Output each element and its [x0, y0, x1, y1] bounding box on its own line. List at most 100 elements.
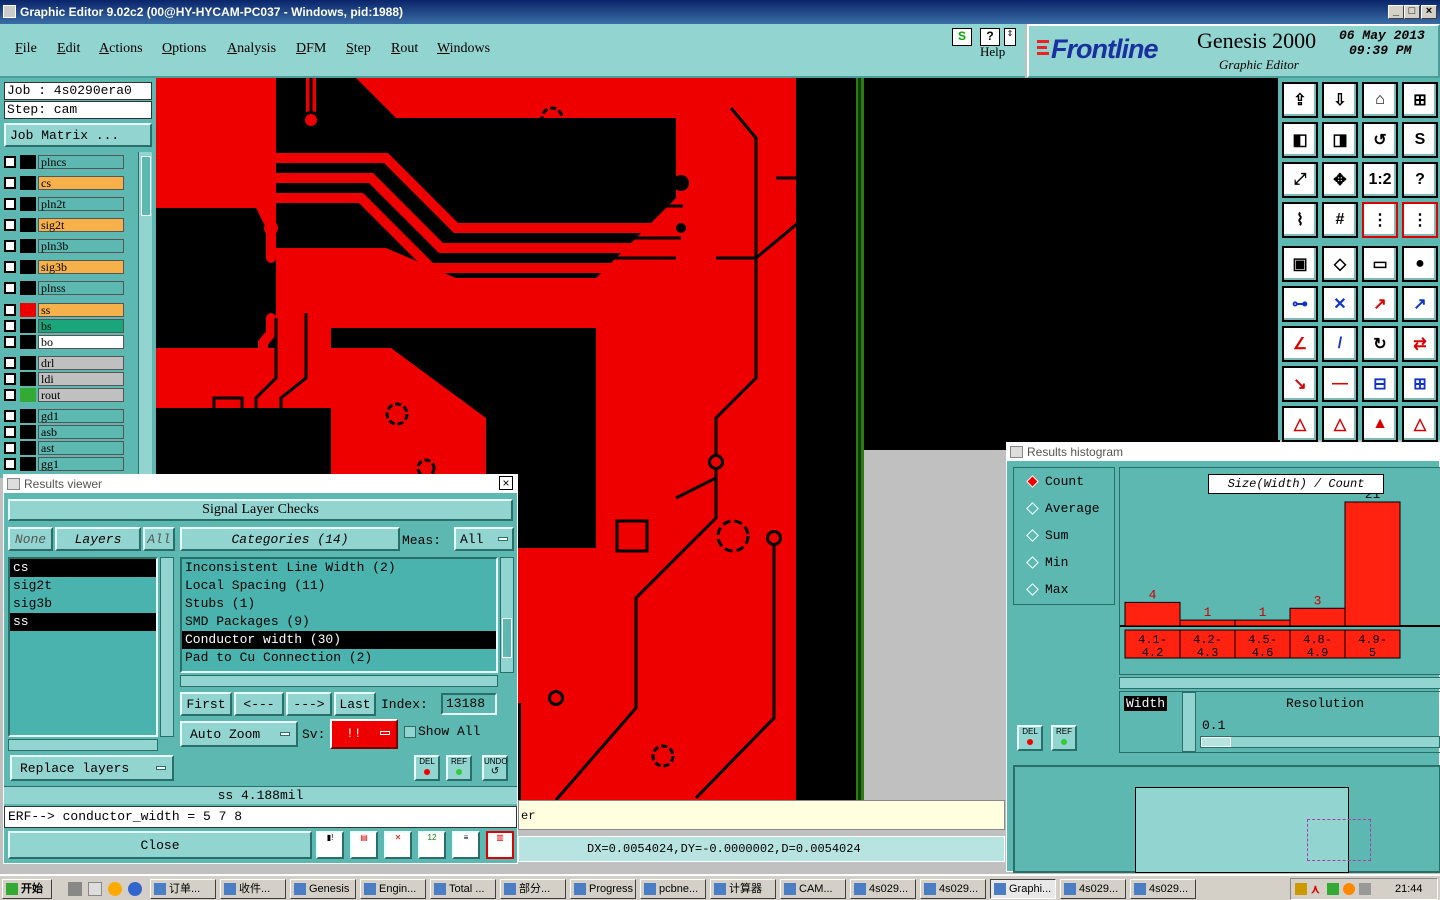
- layer-checkbox[interactable]: [4, 239, 16, 252]
- category-item[interactable]: Conductor width (30): [182, 631, 496, 649]
- tool-open-icon[interactable]: ⇪: [1282, 82, 1318, 118]
- histogram-bar[interactable]: [1124, 601, 1181, 627]
- layer-name[interactable]: bo: [38, 334, 124, 349]
- tool-measure-icon[interactable]: ⌇: [1282, 202, 1318, 238]
- layer-checkbox[interactable]: [4, 388, 16, 401]
- tool-split-icon[interactable]: —: [1322, 366, 1358, 402]
- close-button[interactable]: Close: [8, 831, 312, 859]
- mode-max[interactable]: Max: [1026, 582, 1068, 597]
- layer-row-plnss[interactable]: plnss: [4, 280, 124, 295]
- maximize-button[interactable]: □: [1404, 5, 1420, 19]
- layer-row-gg1[interactable]: gg1: [4, 456, 124, 471]
- bar-exclaim-icon[interactable]: ▮!: [316, 831, 344, 859]
- layer-results-hscrollbar[interactable]: [8, 739, 158, 751]
- prev-button[interactable]: <---: [234, 692, 284, 716]
- layer-checkbox[interactable]: [4, 457, 16, 470]
- menu-edit[interactable]: Edit: [57, 41, 80, 57]
- layer-name[interactable]: pln2t: [38, 196, 124, 211]
- layer-row-ss[interactable]: ss: [4, 302, 124, 317]
- width-label[interactable]: Width: [1124, 696, 1168, 711]
- job-matrix-button[interactable]: Job Matrix ...: [4, 123, 152, 147]
- help-label[interactable]: Help: [980, 44, 1005, 60]
- tray-icon-5[interactable]: [1359, 883, 1371, 895]
- category-hscrollbar[interactable]: [180, 675, 498, 687]
- tool-resize-icon[interactable]: ↘: [1282, 366, 1318, 402]
- tool-move-icon[interactable]: ↗: [1362, 286, 1398, 322]
- taskbar-item[interactable]: Genesis: [290, 879, 356, 899]
- mode-min[interactable]: Min: [1026, 555, 1068, 570]
- overview-view-box[interactable]: [1307, 819, 1371, 861]
- layer-checkbox[interactable]: [4, 218, 16, 231]
- layer-name[interactable]: gd1: [38, 408, 124, 423]
- severity-dropdown[interactable]: !!: [330, 719, 398, 749]
- tool-triangle2-icon[interactable]: △: [1322, 406, 1358, 442]
- mode-sum[interactable]: Sum: [1026, 528, 1068, 543]
- tool-angle-icon[interactable]: ∠: [1282, 326, 1318, 362]
- histogram-bar[interactable]: [1344, 501, 1401, 627]
- layer-name[interactable]: plncs: [38, 154, 124, 169]
- tool-snap2-icon[interactable]: ⋮: [1402, 202, 1438, 238]
- next-button[interactable]: --->: [286, 692, 332, 716]
- layer-row-pln3b[interactable]: pln3b: [4, 238, 124, 253]
- tool-scale-icon[interactable]: 1:2: [1362, 162, 1398, 198]
- result-layer-item[interactable]: ss: [10, 613, 156, 631]
- layer-row-asb[interactable]: asb: [4, 424, 124, 439]
- taskbar-item[interactable]: CAM...: [780, 879, 846, 899]
- tool-save-icon[interactable]: ⇩: [1322, 82, 1358, 118]
- hist-ref-button[interactable]: REF: [1051, 725, 1077, 751]
- all-layers-button[interactable]: All: [143, 527, 175, 551]
- layer-row-sig2t[interactable]: sig2t: [4, 217, 124, 232]
- layer-name[interactable]: drl: [38, 355, 124, 370]
- tray-icon-4[interactable]: [1343, 883, 1355, 895]
- menu-actions[interactable]: Actions: [99, 41, 143, 57]
- tool-window-icon[interactable]: ⊞: [1402, 82, 1438, 118]
- layer-name[interactable]: plnss: [38, 280, 124, 295]
- layer-checkbox[interactable]: [4, 409, 16, 422]
- layer-row-rout[interactable]: rout: [4, 387, 124, 402]
- tool-flip-icon[interactable]: ⇄: [1402, 326, 1438, 362]
- histogram-hscrollbar[interactable]: [1119, 677, 1440, 689]
- tool-arc-icon[interactable]: ↻: [1362, 326, 1398, 362]
- menu-step[interactable]: Step: [346, 41, 371, 57]
- show-all-checkbox[interactable]: [404, 726, 416, 738]
- layer-row-cs[interactable]: cs: [4, 175, 124, 190]
- taskbar-item[interactable]: Engin...: [360, 879, 426, 899]
- last-button[interactable]: Last: [334, 692, 376, 716]
- layer-checkbox[interactable]: [4, 441, 16, 454]
- tool-home-icon[interactable]: ⌂: [1362, 82, 1398, 118]
- layer-list-scrollbar[interactable]: [138, 152, 152, 478]
- taskbar-item[interactable]: pcbne...: [640, 879, 706, 899]
- results-layer-list[interactable]: cs sig2t sig3b ss: [8, 557, 158, 737]
- ie-icon[interactable]: [128, 882, 142, 896]
- taskbar-item[interactable]: Graphi...: [990, 879, 1056, 899]
- layer-checkbox[interactable]: [4, 425, 16, 438]
- layer-name[interactable]: gg1: [38, 456, 124, 471]
- layer-name[interactable]: ldi: [38, 371, 124, 386]
- close-window-button[interactable]: ×: [1421, 5, 1437, 19]
- layer-row-bo[interactable]: bo: [4, 334, 124, 349]
- category-item[interactable]: Local Spacing (11): [182, 577, 496, 595]
- resolution-slider-handle[interactable]: [1201, 737, 1231, 747]
- tool-mirror-icon[interactable]: ↺: [1362, 122, 1398, 158]
- layer-name[interactable]: bs: [38, 318, 124, 333]
- histogram-bar[interactable]: [1179, 619, 1236, 627]
- tool-copy-icon[interactable]: ↗: [1402, 286, 1438, 322]
- layer-name[interactable]: sig3b: [38, 259, 124, 274]
- histogram-bar[interactable]: [1234, 619, 1291, 627]
- layer-name[interactable]: ss: [38, 302, 124, 317]
- report-icon[interactable]: ▤: [350, 831, 378, 859]
- layer-checkbox[interactable]: [4, 281, 16, 294]
- layer-row-bs[interactable]: bs: [4, 318, 124, 333]
- menu-file[interactable]: File: [15, 41, 37, 57]
- layer-name[interactable]: asb: [38, 424, 124, 439]
- tool-snap-icon[interactable]: ⋮: [1362, 202, 1398, 238]
- s-icon[interactable]: S: [952, 28, 972, 46]
- layer-row-ldi[interactable]: ldi: [4, 371, 124, 386]
- layers-button[interactable]: Layers: [55, 527, 141, 551]
- layer-results-scrollbar[interactable]: [160, 557, 174, 737]
- result-layer-item[interactable]: cs: [10, 559, 156, 577]
- tool-cross-icon[interactable]: ✕: [1322, 286, 1358, 322]
- layer-name[interactable]: ast: [38, 440, 124, 455]
- tool-triangle3-icon[interactable]: ▲: [1362, 406, 1398, 442]
- taskbar-item[interactable]: 4s029...: [1130, 879, 1196, 899]
